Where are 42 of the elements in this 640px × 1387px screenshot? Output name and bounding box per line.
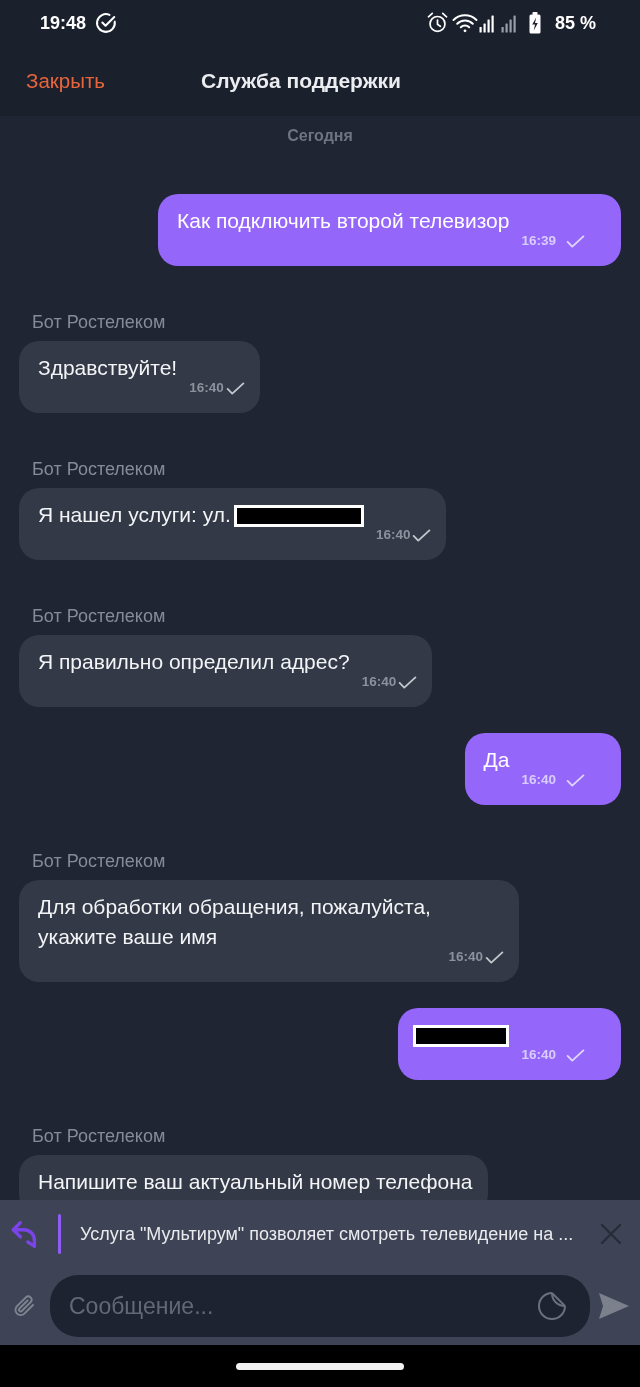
message-text: Здравствуйте! <box>38 356 178 379</box>
check-icon <box>566 1048 585 1062</box>
wifi-icon <box>451 12 478 33</box>
message-time: 16:40 <box>375 527 411 543</box>
date-separator: Сегодня <box>287 126 353 146</box>
close-icon[interactable] <box>600 1222 622 1245</box>
message-text: Напишите ваш актуальный номер телефона <box>38 1170 473 1193</box>
message-time: 16:40 <box>521 772 556 788</box>
message-time: 16:40 <box>361 674 397 690</box>
header-title: Служба поддержки <box>200 67 401 94</box>
message-text: Для обработки обращения, пожалуйста, укажите ваше имя <box>38 895 431 948</box>
check-icon <box>412 528 432 542</box>
paperclip-icon[interactable] <box>12 1294 36 1318</box>
battery-icon <box>528 11 541 34</box>
message-text: Я нашел услуги: ул. <box>38 503 231 526</box>
send-icon[interactable] <box>598 1291 630 1321</box>
check-icon <box>398 675 418 689</box>
message-input[interactable]: Сообщение... <box>50 1275 590 1337</box>
alarm-clock-icon <box>426 12 448 33</box>
sender-name: Бот Ростелеком <box>32 606 166 626</box>
reply-preview-text: Услуга "Мультирум" позволяет смотреть телевидение на ... <box>80 1222 574 1245</box>
check-icon <box>566 234 585 248</box>
message-time: 16:40 <box>448 949 483 965</box>
check-icon <box>485 950 504 964</box>
check-icon <box>566 773 585 787</box>
message-text: Как подключить второй телевизор <box>177 209 510 232</box>
message-time: 16:39 <box>521 233 556 249</box>
quote-bar <box>58 1213 61 1254</box>
close-button[interactable]: Закрыть <box>26 67 105 94</box>
check-icon <box>225 381 245 395</box>
check-circle-icon <box>95 11 118 34</box>
message-text: Да <box>483 748 510 771</box>
sticker-icon[interactable] <box>537 1291 567 1321</box>
sender-name: Бот Ростелеком <box>32 312 166 332</box>
message-text: Я правильно определил адрес? <box>38 650 350 673</box>
message-time: 16:40 <box>521 1047 556 1063</box>
sender-name: Бот Ростелеком <box>32 459 166 479</box>
sender-name: Бот Ростелеком <box>32 1126 166 1146</box>
message-time: 16:40 <box>189 380 224 396</box>
status-time: 19:48 <box>40 11 87 34</box>
sender-name: Бот Ростелеком <box>32 851 166 871</box>
battery-percent: 85 % <box>554 11 596 34</box>
